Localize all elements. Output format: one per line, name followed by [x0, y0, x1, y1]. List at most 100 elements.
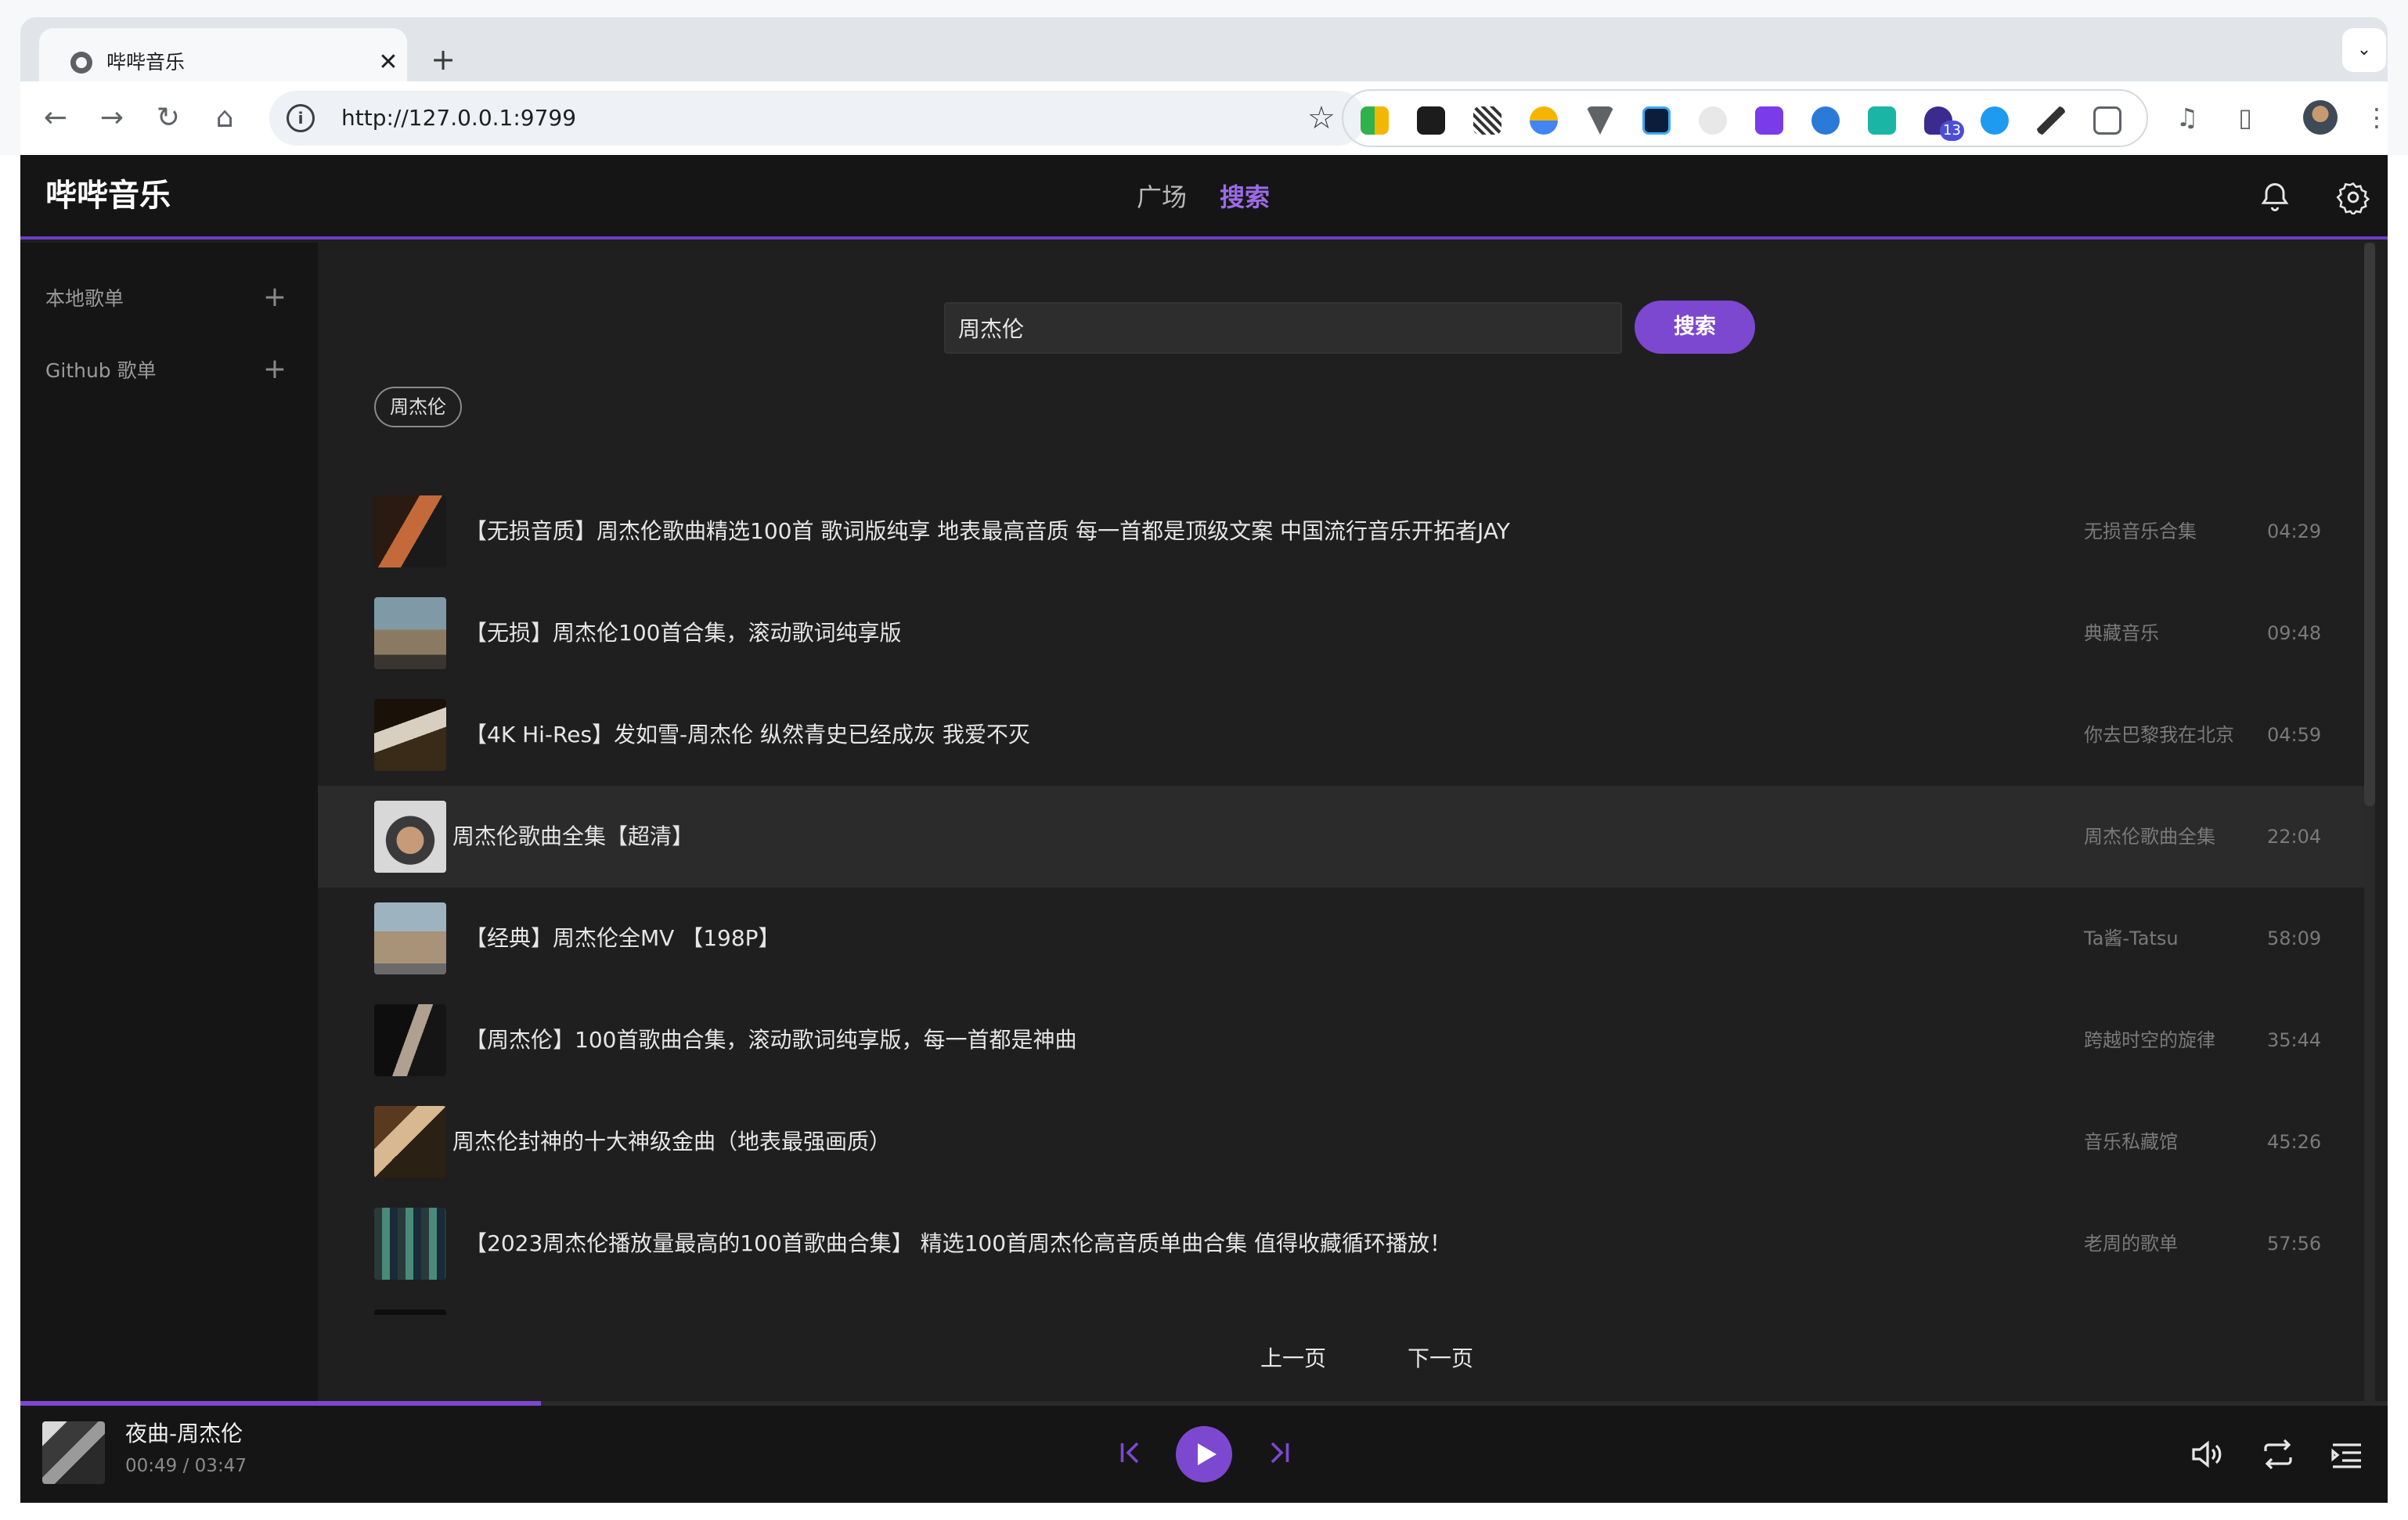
url-text: http://127.0.0.1:9799 [341, 105, 577, 131]
list-item[interactable]: 【无损】周杰伦100首合集，滚动歌词纯享版 典藏音乐 09:48 [318, 582, 2364, 684]
cover-image [374, 1208, 446, 1280]
media-control-icon[interactable]: ♫ [2172, 102, 2203, 133]
browser-menu-icon[interactable]: ⋮ [2361, 102, 2392, 133]
cover-image [374, 902, 446, 974]
main-content: 搜索 周杰伦 【无损音质】周杰伦歌曲精选100首 歌词版纯享 地表最高音质 每一… [318, 243, 2388, 1401]
cover-image [374, 495, 446, 567]
profile-avatar[interactable] [2303, 100, 2338, 135]
sidebar-item-local-playlists[interactable]: 本地歌单 + [45, 276, 296, 322]
progress-fill [20, 1401, 542, 1406]
extension-code-icon[interactable] [1981, 106, 2009, 135]
play-icon [1198, 1443, 1217, 1465]
now-playing-cover [42, 1421, 105, 1484]
tab-plaza[interactable]: 广场 [1137, 178, 1187, 216]
next-page-button[interactable]: 下一页 [1408, 1342, 1473, 1376]
extension-circle-icon[interactable] [1699, 106, 1727, 135]
app-header: 哔哔音乐 广场 搜索 [20, 155, 2388, 240]
tab-search-chevron-icon[interactable]: ⌄ [2342, 28, 2386, 72]
extension-badge: 13 [1940, 121, 1964, 141]
bookmark-star-icon[interactable]: ☆ [1307, 99, 1336, 138]
list-item[interactable]: 【2023周杰伦播放量最高的100首歌曲合集】 精选100首周杰伦高音质单曲合集… [318, 1193, 2364, 1295]
add-local-playlist-button[interactable]: + [263, 280, 287, 315]
address-bar[interactable]: i http://127.0.0.1:9799 ☆ [269, 91, 1365, 146]
item-author: 老周的歌单 [2084, 1233, 2178, 1255]
globe-icon [70, 52, 92, 74]
extension-eyedropper-icon[interactable] [2037, 106, 2065, 135]
item-duration: 22:04 [2267, 826, 2322, 848]
scrollbar-thumb[interactable] [2364, 243, 2375, 806]
item-title: 【4K Hi-Res】发如雪-周杰伦 纵然青史已经成灰 我爱不灭 [465, 722, 1030, 747]
volume-icon[interactable] [2189, 1435, 2226, 1473]
item-duration: 35:44 [2267, 1029, 2322, 1051]
player-bar: 夜曲-周杰伦 00:49 / 03:47 [20, 1401, 2388, 1503]
extension-vue-icon[interactable] [1586, 106, 1614, 135]
item-title: 【无损音质】周杰伦歌曲精选100首 歌词版纯享 地表最高音质 每一首都是顶级文案… [465, 518, 1510, 544]
bell-icon[interactable] [2258, 180, 2292, 214]
prev-page-button[interactable]: 上一页 [1260, 1342, 1326, 1376]
next-track-icon[interactable] [1265, 1439, 1293, 1467]
new-tab-button[interactable]: + [427, 44, 459, 75]
add-github-playlist-button[interactable]: + [263, 352, 287, 387]
item-duration: 57:56 [2267, 1233, 2322, 1255]
search-input[interactable] [944, 302, 1622, 354]
side-panel-icon[interactable]: ▯ [2230, 102, 2261, 133]
item-author: 无损音乐合集 [2084, 520, 2197, 542]
list-item[interactable] [318, 1295, 2364, 1315]
home-icon[interactable]: ⌂ [205, 99, 244, 138]
extension-hat-icon[interactable]: 13 [1924, 106, 1964, 141]
extension-grid-icon[interactable] [1361, 106, 1389, 135]
cover-image [374, 801, 446, 873]
extension-react-icon[interactable] [1642, 106, 1671, 135]
gear-icon[interactable] [2336, 180, 2370, 214]
item-title: 周杰伦歌曲全集【超清】 [452, 823, 694, 849]
extension-compass-icon[interactable] [1811, 106, 1840, 135]
tab-search[interactable]: 搜索 [1220, 178, 1270, 216]
extension-qr-icon[interactable] [1473, 106, 1501, 135]
now-playing-title: 夜曲-周杰伦 [125, 1421, 243, 1446]
item-title: 【无损】周杰伦100首合集，滚动歌词纯享版 [465, 620, 902, 646]
list-item[interactable]: 【经典】周杰伦全MV 【198P】 Ta酱-Tatsu 58:09 [318, 888, 2364, 989]
play-button[interactable] [1176, 1426, 1232, 1482]
item-author: Ta酱-Tatsu [2084, 927, 2179, 949]
browser-toolbar: ← → ↻ ⌂ i http://127.0.0.1:9799 ☆ 13 ♫ ▯… [20, 81, 2389, 155]
cover-image [374, 1309, 446, 1315]
extension-v-icon[interactable] [1755, 106, 1783, 135]
close-tab-icon[interactable]: ✕ [373, 47, 404, 78]
search-history-tag[interactable]: 周杰伦 [374, 387, 462, 427]
cover-image [374, 597, 446, 669]
sidebar: 本地歌单 + Github 歌单 + [20, 243, 318, 1401]
sidebar-item-label: Github 歌单 [45, 359, 157, 382]
item-duration: 45:26 [2267, 1131, 2322, 1153]
app-logo: 哔哔音乐 [45, 178, 171, 214]
search-button[interactable]: 搜索 [1635, 301, 1755, 354]
list-item[interactable]: 【4K Hi-Res】发如雪-周杰伦 纵然青史已经成灰 我爱不灭 你去巴黎我在北… [318, 684, 2364, 786]
cover-image [374, 699, 446, 771]
list-item[interactable]: 【无损音质】周杰伦歌曲精选100首 歌词版纯享 地表最高音质 每一首都是顶级文案… [318, 481, 2364, 582]
now-playing-time: 00:49 / 03:47 [125, 1453, 247, 1479]
extension-glasses-icon[interactable] [1417, 106, 1445, 135]
list-item[interactable]: 周杰伦封神的十大神级金曲（地表最强画质） 音乐私藏馆 45:26 [318, 1091, 2364, 1193]
list-item[interactable]: 【周杰伦】100首歌曲合集，滚动歌词纯享版，每一首都是神曲 跨越时空的旋律 35… [318, 989, 2364, 1091]
playlist-icon[interactable] [2328, 1435, 2366, 1473]
previous-track-icon[interactable] [1116, 1439, 1145, 1467]
list-item[interactable]: 周杰伦歌曲全集【超清】 周杰伦歌曲全集 22:04 [318, 786, 2364, 888]
results-list: 【无损音质】周杰伦歌曲精选100首 歌词版纯享 地表最高音质 每一首都是顶级文案… [318, 481, 2364, 1315]
repeat-icon[interactable] [2259, 1435, 2297, 1473]
item-title: 周杰伦封神的十大神级金曲（地表最强画质） [452, 1129, 892, 1154]
current-time: 00:49 [125, 1456, 178, 1476]
item-author: 典藏音乐 [2084, 622, 2159, 644]
extensions-puzzle-icon[interactable] [2093, 106, 2121, 135]
extension-bracket-icon[interactable] [1868, 106, 1896, 135]
item-author: 周杰伦歌曲全集 [2084, 826, 2215, 848]
item-title: 【2023周杰伦播放量最高的100首歌曲合集】 精选100首周杰伦高音质单曲合集… [465, 1230, 1451, 1256]
back-arrow-icon[interactable]: ← [36, 99, 75, 138]
total-time: 03:47 [194, 1456, 247, 1476]
sidebar-item-github-playlists[interactable]: Github 歌单 + [45, 348, 296, 394]
reload-icon[interactable]: ↻ [149, 99, 188, 138]
item-author: 音乐私藏馆 [2084, 1131, 2178, 1153]
forward-arrow-icon[interactable]: → [92, 99, 132, 138]
extensions-bar: 13 [1342, 89, 2148, 147]
site-info-icon[interactable]: i [287, 104, 315, 132]
progress-bar[interactable] [20, 1401, 2388, 1406]
extension-shield-icon[interactable] [1530, 106, 1558, 135]
